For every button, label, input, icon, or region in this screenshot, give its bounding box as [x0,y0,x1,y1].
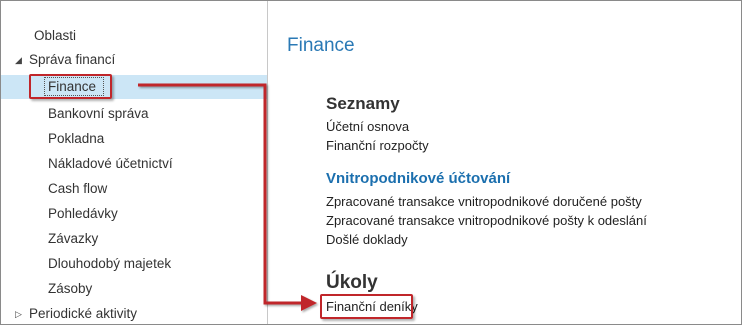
window: Oblasti ◢ Správa financí Finance Bankovn… [0,0,742,325]
annotation-arrow [138,83,317,311]
